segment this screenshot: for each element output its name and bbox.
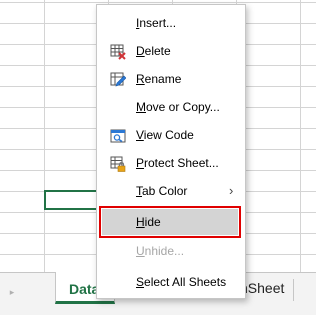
delete-sheet-icon	[110, 43, 126, 60]
menu-item-rename[interactable]: Rename	[97, 66, 245, 92]
menu-item-label: Unhide...	[136, 244, 185, 258]
menu-item-label: Delete	[136, 44, 171, 58]
rename-sheet-icon	[110, 71, 127, 87]
menu-item-protect-sheet[interactable]: Protect Sheet...	[97, 150, 245, 176]
menu-item-label: Protect Sheet...	[136, 156, 219, 170]
protect-sheet-icon	[110, 155, 126, 172]
menu-item-hide[interactable]: Hide	[99, 206, 241, 238]
menu-item-label: Move or Copy...	[136, 100, 220, 114]
menu-item-label: View Code	[136, 128, 194, 142]
menu-item-move-or-copy[interactable]: Move or Copy...	[97, 94, 245, 120]
menu-item-label: Select All Sheets	[136, 275, 227, 289]
sheet-tab-context-menu: Insert... Delete Rename Move or Copy... …	[96, 4, 246, 299]
menu-item-delete[interactable]: Delete	[97, 38, 245, 64]
view-code-icon	[110, 127, 126, 143]
menu-item-label: Hide	[136, 215, 161, 229]
menu-item-select-all-sheets[interactable]: Select All Sheets	[97, 269, 245, 295]
scroll-tabs-icon[interactable]: ▸	[6, 285, 18, 299]
menu-item-insert[interactable]: Insert...	[97, 10, 245, 36]
tab-divider	[293, 279, 294, 301]
menu-item-label: Rename	[136, 72, 182, 86]
chevron-right-icon: ›	[229, 183, 234, 198]
menu-item-tab-color[interactable]: Tab Color ›	[97, 178, 245, 204]
menu-item-label: Insert...	[136, 16, 177, 30]
menu-item-label: Tab Color	[136, 184, 188, 198]
menu-item-view-code[interactable]: View Code	[97, 122, 245, 148]
menu-item-unhide: Unhide...	[97, 238, 245, 264]
